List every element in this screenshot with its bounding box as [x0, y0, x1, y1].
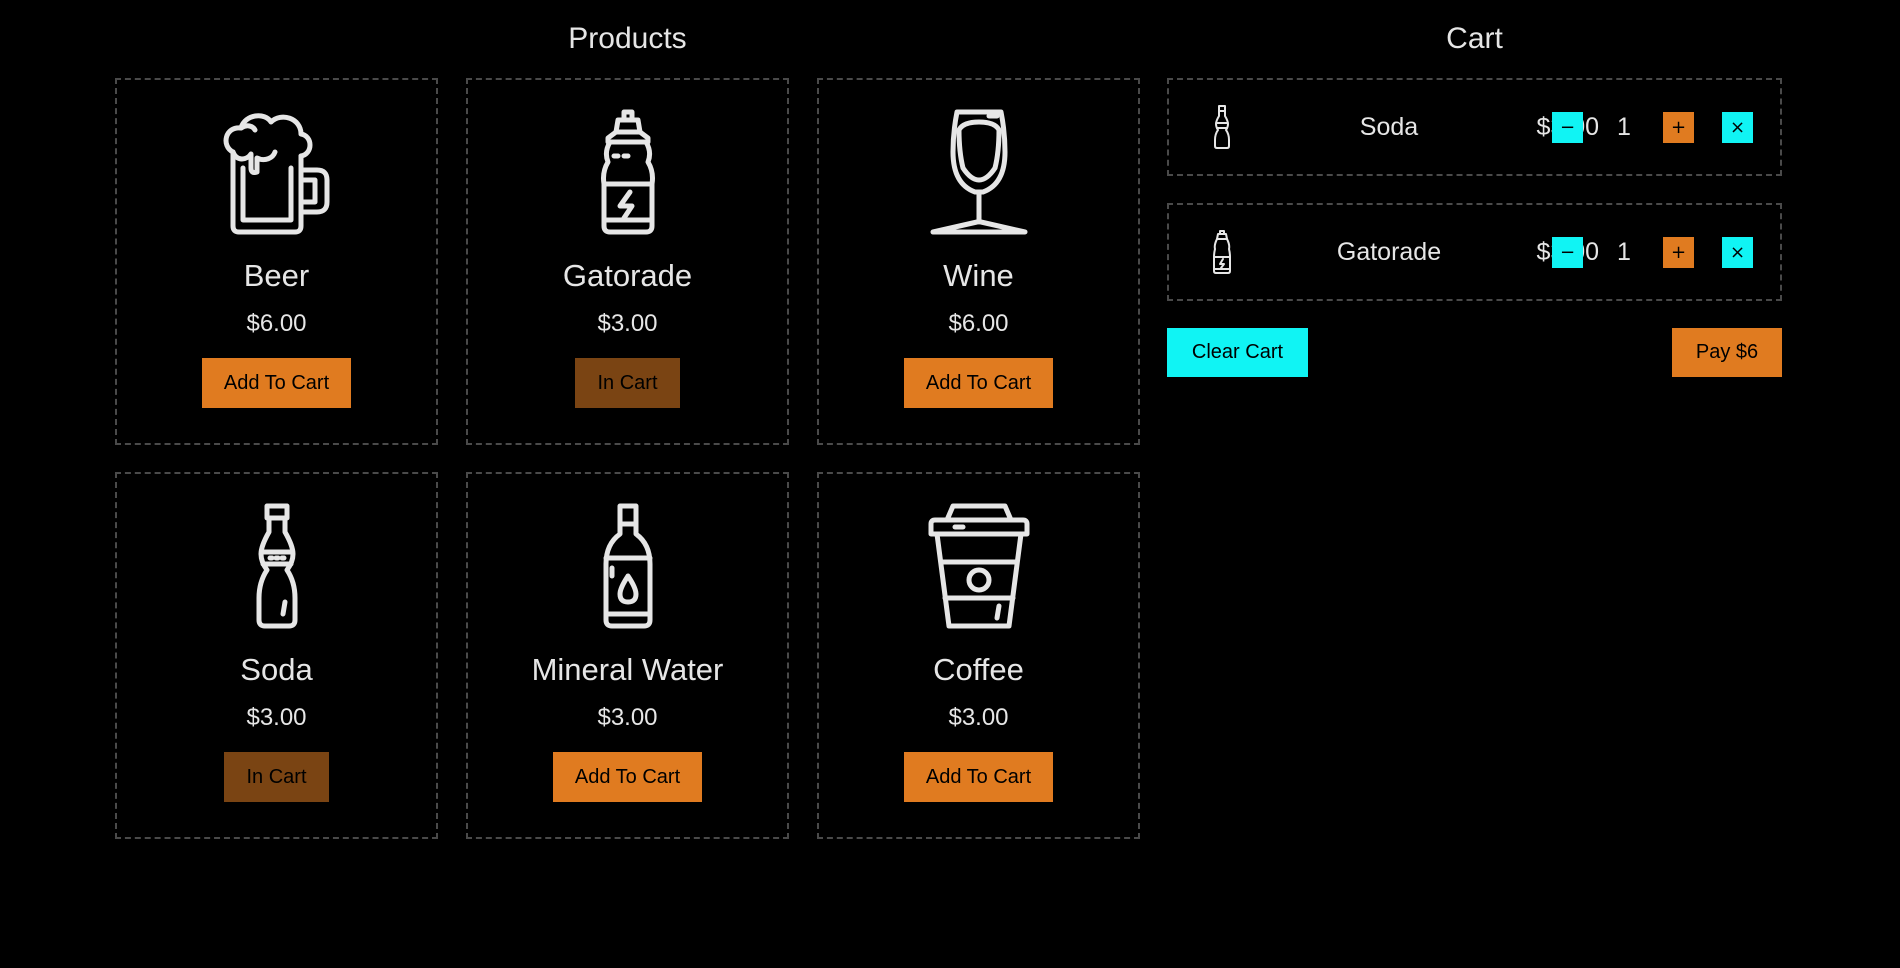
remove-item-button[interactable]: ×	[1722, 112, 1753, 143]
sports-bottle-icon	[1209, 229, 1235, 275]
product-price: $3.00	[597, 704, 658, 731]
product-name: Beer	[243, 258, 310, 293]
product-price: $6.00	[948, 310, 1009, 337]
product-price: $6.00	[246, 310, 307, 337]
decrease-quantity-button[interactable]: −	[1552, 237, 1583, 268]
increase-quantity-button[interactable]: +	[1663, 237, 1694, 268]
remove-item-button[interactable]: ×	[1722, 237, 1753, 268]
coffee-cup-icon	[919, 502, 1039, 630]
product-name: Soda	[240, 652, 313, 687]
add-to-cart-button[interactable]: Add To Cart	[903, 752, 1054, 802]
cart-item-gatorade: Gatorade $3.00 − 1 + ×	[1167, 203, 1782, 301]
product-price: $3.00	[597, 310, 658, 337]
clear-cart-button[interactable]: Clear Cart	[1167, 328, 1308, 377]
beer-mug-icon	[217, 108, 337, 236]
product-price: $3.00	[246, 704, 307, 731]
product-price: $3.00	[948, 704, 1009, 731]
product-name: Gatorade	[562, 258, 693, 293]
product-name: Wine	[943, 258, 1014, 293]
in-cart-button[interactable]: In Cart	[224, 752, 329, 802]
water-bottle-icon	[568, 502, 688, 630]
product-card-beer: Beer $6.00 Add To Cart	[115, 78, 438, 445]
cart-item-quantity: 1	[1617, 238, 1631, 266]
add-to-cart-button[interactable]: Add To Cart	[903, 358, 1054, 408]
product-card-wine: Wine $6.00 Add To Cart	[817, 78, 1140, 445]
cart-panel: Cart Soda $3.00 − 1 + ×	[1167, 0, 1782, 380]
cart-list: Soda $3.00 − 1 + × Gatorade	[1167, 78, 1782, 301]
products-panel: Products Beer $6.00 Add To Cart Gatorade…	[115, 0, 1140, 839]
add-to-cart-button[interactable]: Add To Cart	[552, 752, 703, 802]
product-grid: Beer $6.00 Add To Cart Gatorade $3.00 In…	[115, 78, 1140, 839]
cart-title: Cart	[1446, 22, 1503, 55]
product-card-mineral-water: Mineral Water $3.00 Add To Cart	[466, 472, 789, 839]
app: Products Beer $6.00 Add To Cart Gatorade…	[0, 0, 1900, 968]
sports-bottle-icon	[568, 108, 688, 236]
soda-bottle-icon	[217, 502, 337, 630]
cart-item-soda: Soda $3.00 − 1 + ×	[1167, 78, 1782, 176]
products-title: Products	[568, 22, 687, 55]
pay-button[interactable]: Pay $6	[1672, 328, 1782, 377]
decrease-quantity-button[interactable]: −	[1552, 112, 1583, 143]
product-name: Coffee	[933, 652, 1024, 687]
cart-item-quantity: 1	[1617, 113, 1631, 141]
increase-quantity-button[interactable]: +	[1663, 112, 1694, 143]
product-card-coffee: Coffee $3.00 Add To Cart	[817, 472, 1140, 839]
product-card-gatorade: Gatorade $3.00 In Cart	[466, 78, 789, 445]
wine-glass-icon	[919, 108, 1039, 236]
in-cart-button[interactable]: In Cart	[575, 358, 680, 408]
add-to-cart-button[interactable]: Add To Cart	[201, 358, 352, 408]
product-name: Mineral Water	[531, 652, 724, 687]
cart-actions: Clear Cart Pay $6	[1167, 328, 1782, 380]
soda-bottle-icon	[1209, 104, 1235, 150]
product-card-soda: Soda $3.00 In Cart	[115, 472, 438, 839]
